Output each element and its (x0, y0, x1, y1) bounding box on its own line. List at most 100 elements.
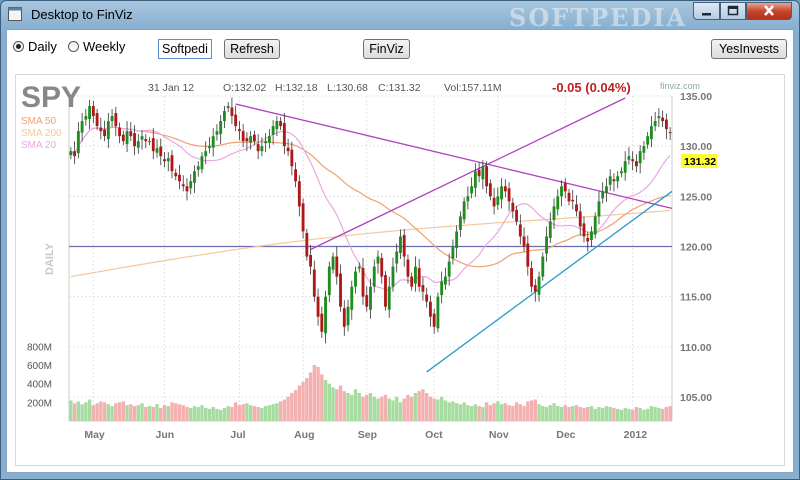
maximize-button[interactable] (720, 2, 746, 20)
candle-body (282, 123, 286, 147)
candle-body (84, 116, 88, 120)
weekly-radio[interactable]: Weekly (68, 39, 125, 54)
x-tick-label: Jul (230, 429, 245, 441)
candle-body (541, 256, 545, 277)
candle-body (103, 129, 107, 137)
volume-bar (95, 403, 99, 421)
volume-bar (125, 405, 129, 421)
candle-body (342, 308, 346, 327)
candle-body (620, 171, 623, 174)
volume-bar (275, 403, 279, 421)
candle-body (339, 273, 342, 307)
candle-body (638, 151, 642, 164)
candle-body (159, 146, 163, 157)
yesinvests-button[interactable]: YesInvests (711, 39, 787, 59)
candle-body (237, 129, 241, 132)
candle-body (496, 196, 500, 205)
volume-bar (121, 401, 125, 421)
volume-bar (597, 407, 601, 421)
volume-bar (204, 407, 208, 421)
minimize-button[interactable] (693, 2, 720, 20)
volume-bar (76, 401, 81, 421)
candle-body (106, 121, 110, 140)
candle-body (451, 246, 455, 259)
candle-body (256, 144, 260, 152)
candle-body (73, 151, 77, 157)
volume-bar (376, 398, 380, 421)
volume-bar (159, 407, 163, 421)
candle-body (114, 113, 118, 127)
candle-body (668, 132, 672, 134)
volume-bar (222, 407, 227, 421)
volume-bar (166, 406, 170, 421)
weekly-radio-dot[interactable] (68, 41, 79, 52)
volume-bar (226, 406, 230, 421)
daily-radio[interactable]: Daily (13, 39, 57, 54)
volume-bar (496, 401, 500, 421)
volume-bar (432, 398, 436, 421)
trend-line-channel (310, 97, 626, 251)
candle-body (200, 156, 204, 170)
volume-bar (338, 385, 343, 421)
candle-body (129, 131, 133, 137)
volume-bar (110, 406, 114, 421)
candle-body (372, 266, 376, 287)
volume-bar (200, 405, 204, 421)
volume-bar (469, 406, 474, 421)
candle-body (485, 166, 489, 187)
volume-bar (91, 405, 96, 421)
volume-bar (454, 403, 459, 421)
candle-body (275, 121, 279, 130)
close-label: C:131.32 (378, 82, 421, 94)
volume-bar (424, 393, 429, 421)
candle-body (399, 236, 402, 254)
x-tick-label: May (84, 429, 105, 441)
volume-bar (106, 404, 111, 421)
volume-bar (207, 408, 212, 421)
volume-bar (451, 401, 455, 421)
candle-body (500, 186, 504, 200)
title-bar[interactable]: Desktop to FinViz SOFTPEDIA (1, 1, 799, 32)
close-button[interactable] (746, 2, 792, 20)
candle-body (110, 116, 114, 122)
candle-body (335, 256, 339, 277)
volume-bar (368, 393, 373, 421)
candle-body (455, 231, 459, 249)
volume-tick-label: 400M (27, 380, 52, 391)
volume-bar (230, 407, 234, 421)
candle-body (578, 211, 582, 227)
candle-body (230, 107, 234, 117)
finviz-button[interactable]: FinViz (363, 39, 410, 59)
candle-body (537, 276, 541, 295)
volume-bar (529, 400, 534, 421)
volume-bar (305, 378, 309, 421)
candle-body (462, 201, 466, 220)
candle-body (552, 206, 556, 220)
candle-body (286, 147, 290, 152)
last-price-label: 131.32 (684, 156, 716, 168)
volume-bar (312, 365, 317, 421)
volume-bar (290, 393, 294, 421)
daily-radio-dot[interactable] (13, 41, 24, 52)
candle-body (631, 159, 635, 162)
stock-chart: 135.00 130.00 125.00 120.00 115.00 110.00 105.… (21, 80, 717, 441)
date-label: 31 Jan 12 (148, 82, 194, 94)
volume-bar (391, 400, 395, 421)
candle-body (429, 301, 432, 317)
volume-bar (458, 404, 463, 421)
volume-bar (170, 402, 174, 421)
x-tick-label: Jun (156, 429, 175, 441)
volume-bar (293, 390, 298, 421)
ticker-input[interactable]: Softpedi (158, 39, 212, 59)
candle-body (223, 111, 226, 122)
refresh-button[interactable]: Refresh (224, 39, 280, 59)
maximize-icon (727, 5, 739, 16)
candle-body (144, 139, 148, 142)
volume-bar (428, 396, 433, 421)
candle-body (511, 202, 515, 212)
volume-bar (196, 407, 200, 421)
candle-body (155, 148, 159, 153)
volume-bar (383, 394, 388, 421)
volume-bar (608, 407, 612, 421)
volume-bar (552, 403, 556, 421)
